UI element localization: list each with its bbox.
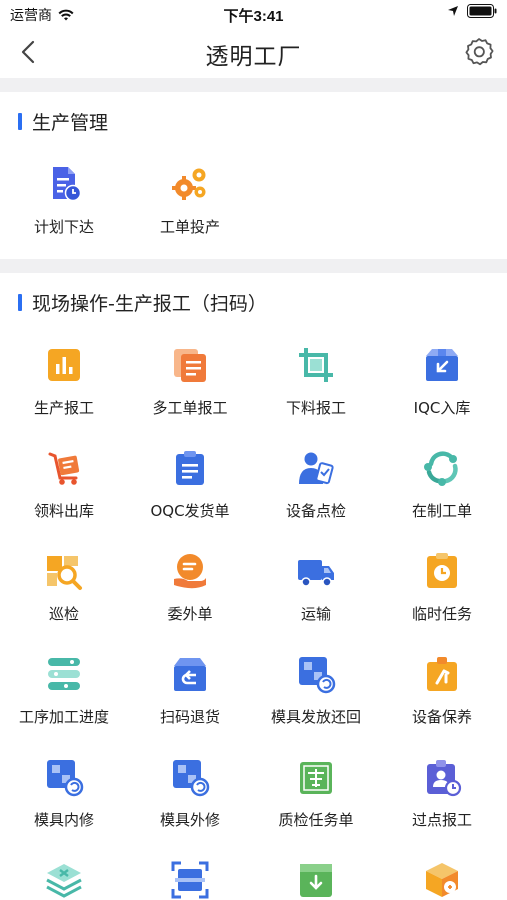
tile-work-order-production[interactable]: 工单投产: [127, 164, 253, 237]
battery-icon: [467, 4, 497, 18]
section-header: 现场操作-生产报工（扫码）: [18, 289, 267, 316]
status-right: [447, 4, 497, 18]
tile-quality-task[interactable]: 质检任务单: [253, 757, 379, 830]
scan-frame-icon: [171, 861, 209, 899]
cart-icon: [48, 452, 80, 485]
tile-label: 扫码退货: [159, 708, 220, 726]
gear-icon[interactable]: [463, 36, 495, 68]
tile-label: 工单投产: [159, 218, 220, 236]
tile-checkpoint-report[interactable]: 过点报工: [379, 757, 505, 830]
tile-label: 模具外修: [159, 811, 220, 829]
mold-refresh-icon: [299, 657, 336, 694]
section-divider: [0, 78, 507, 92]
tile-download[interactable]: [253, 860, 379, 900]
tile-label: 模具发放还回: [270, 708, 361, 726]
tile-label: 在制工单: [411, 502, 472, 520]
progress-stack-icon: [48, 658, 80, 690]
bar-chart-icon: [48, 349, 80, 381]
tile-temporary-task[interactable]: 临时任务: [379, 551, 505, 624]
section-production-management: 生产管理 计划下达 工单投产: [0, 92, 507, 259]
tile-label: 设备点检: [285, 502, 346, 520]
section-title: 生产管理: [32, 112, 109, 134]
tile-label: OQC发货单: [150, 502, 230, 520]
tile-multi-order-report[interactable]: 多工单报工: [127, 345, 253, 418]
tile-equipment-inspection[interactable]: 设备点检: [253, 448, 379, 521]
tile-label: 质检任务单: [278, 811, 354, 829]
tile-label: 计划下达: [33, 218, 94, 236]
section-title: 现场操作-生产报工（扫码）: [32, 293, 267, 315]
section-accent-bar: [18, 113, 22, 130]
crop-icon: [299, 348, 333, 382]
section-divider: [0, 259, 507, 273]
multi-doc-icon: [174, 349, 206, 382]
tile-equipment-maintenance[interactable]: 设备保养: [379, 654, 505, 727]
tile-process-progress[interactable]: 工序加工进度: [1, 654, 127, 727]
tile-label: 委外单: [167, 605, 213, 623]
layers-x-icon: [46, 864, 82, 898]
tile-label: 生产报工: [33, 399, 94, 417]
package-icon: [426, 863, 458, 897]
truck-icon: [298, 560, 334, 587]
clock-board-icon: [427, 553, 457, 588]
tile-label: 工序加工进度: [18, 708, 109, 726]
tile-plan-release[interactable]: 计划下达: [1, 164, 127, 237]
tile-mold-internal-repair[interactable]: 模具内修: [1, 757, 127, 830]
tile-production-report[interactable]: 生产报工: [1, 345, 127, 418]
tile-label: 临时任务: [411, 605, 472, 623]
hand-coin-icon: [174, 554, 206, 589]
tile-label: 领料出库: [33, 502, 94, 520]
clipboard-icon: [176, 451, 204, 485]
mold-outer-icon: [173, 760, 210, 797]
user-clock-icon: [427, 760, 462, 797]
section-onsite-operation: 现场操作-生产报工（扫码） 生产报工 多工单报工 下料报工 IQC入库 领料出库…: [0, 273, 507, 900]
wrench-tag-icon: [427, 657, 457, 691]
status-bar: 运营商 下午3:41: [0, 0, 507, 26]
tile-wip-orders[interactable]: 在制工单: [379, 448, 505, 521]
section-accent-bar: [18, 294, 22, 311]
tile-scan[interactable]: [127, 860, 253, 900]
tile-label: 下料报工: [285, 399, 346, 417]
tile-mold-external-repair[interactable]: 模具外修: [127, 757, 253, 830]
search-doc-icon: [47, 556, 82, 590]
plan-doc-icon: [53, 167, 82, 202]
return-box-icon: [174, 658, 206, 691]
tile-oqc-shipment[interactable]: OQC发货单: [127, 448, 253, 521]
inspector-icon: [299, 452, 334, 485]
tile-patrol-inspection[interactable]: 巡检: [1, 551, 127, 624]
inbound-box-icon: [426, 349, 458, 381]
tile-label: 设备保养: [411, 708, 472, 726]
page-title: 透明工厂: [205, 44, 302, 70]
mold-inner-icon: [47, 760, 84, 797]
tile-label: 巡检: [48, 605, 79, 623]
section-header: 生产管理: [18, 108, 108, 135]
tile-outsourcing-order[interactable]: 委外单: [127, 551, 253, 624]
tile-package[interactable]: [379, 860, 505, 900]
tile-mold-issue-return[interactable]: 模具发放还回: [253, 654, 379, 727]
location-arrow-icon: [448, 6, 458, 16]
tile-scan-return[interactable]: 扫码退货: [127, 654, 253, 727]
tile-transport[interactable]: 运输: [253, 551, 379, 624]
tile-label: 多工单报工: [152, 399, 228, 417]
quality-check-icon: [300, 762, 332, 794]
nav-bar: 透明工厂: [0, 26, 507, 78]
tile-label: IQC入库: [413, 399, 471, 417]
tile-label: 运输: [300, 605, 331, 623]
cycle-icon: [424, 451, 458, 486]
download-box-icon: [300, 864, 332, 897]
gears-icon: [172, 168, 206, 200]
tile-label: 模具内修: [33, 811, 94, 829]
tile-material-outbound[interactable]: 领料出库: [1, 448, 127, 521]
clock: 下午3:41: [223, 8, 284, 25]
tile-iqc-inbound[interactable]: IQC入库: [379, 345, 505, 418]
tile-layers[interactable]: [1, 860, 127, 900]
tile-label: 过点报工: [411, 811, 472, 829]
tile-cutting-report[interactable]: 下料报工: [253, 345, 379, 418]
